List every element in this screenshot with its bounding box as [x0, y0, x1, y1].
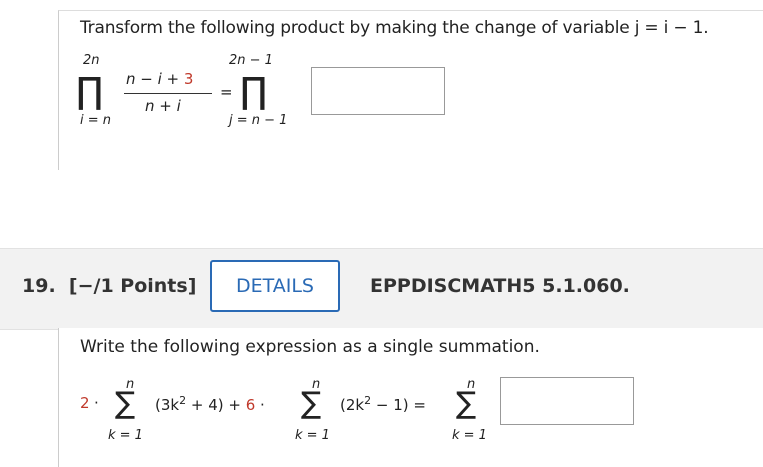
sum3-lower-text: k = 1: [452, 428, 487, 443]
product2-lower-limit: j = n − 1: [229, 113, 288, 128]
summation-answer-field[interactable]: [500, 377, 634, 425]
coefficient-2: 6: [245, 396, 256, 414]
product2-symbol: ∏: [240, 71, 268, 112]
product-lower-limit: i = n: [80, 113, 112, 128]
dot-operator-2: ·: [260, 396, 265, 414]
term-1: (3k2 + 4) + 6 ·: [155, 394, 265, 414]
coefficient-1: 2: [80, 394, 90, 412]
question-19-prompt: Write the following expression as a sing…: [80, 337, 540, 357]
details-button[interactable]: DETAILS: [210, 260, 340, 312]
sum1-lower-limit: k = 1: [108, 428, 143, 443]
question-number: 19.: [22, 275, 56, 297]
fraction-denominator: n + i: [145, 97, 181, 115]
sum1-lower-text: k = 1: [108, 428, 143, 443]
term1-end: + 4) +: [186, 396, 246, 414]
term1-start: (3k: [155, 396, 180, 414]
sum3-lower-limit: k = 1: [452, 428, 487, 443]
fraction-numerator: n − i + 3: [126, 70, 193, 88]
numerator-red-value: 3: [183, 70, 194, 88]
term2-end: − 1) =: [371, 396, 426, 414]
sum2-lower-text: k = 1: [295, 428, 330, 443]
sum3-symbol: ∑: [456, 386, 477, 421]
fraction-bar: [124, 93, 212, 94]
product-answer-field[interactable]: [311, 67, 445, 115]
spacer: [0, 170, 763, 248]
term-2: (2k2 − 1) =: [340, 394, 426, 414]
question-19-number: 19. [−/1 Points]: [22, 275, 196, 297]
sum2-lower-limit: k = 1: [295, 428, 330, 443]
question-18-prompt: Transform the following product by makin…: [80, 18, 709, 38]
question-code: EPPDISCMATH5 5.1.060.: [370, 275, 630, 297]
sum2-symbol: ∑: [301, 386, 322, 421]
product-symbol: ∏: [76, 71, 104, 112]
equals-sign: =: [220, 83, 233, 101]
sum1-symbol: ∑: [115, 386, 136, 421]
dot-operator-1: ·: [94, 394, 99, 412]
question-points: [−/1 Points]: [68, 275, 197, 297]
numerator-text: n − i +: [126, 70, 184, 88]
term2-start: (2k: [340, 396, 365, 414]
product2-upper-limit: 2n − 1: [229, 53, 273, 68]
product-upper-limit: 2n: [83, 53, 100, 68]
